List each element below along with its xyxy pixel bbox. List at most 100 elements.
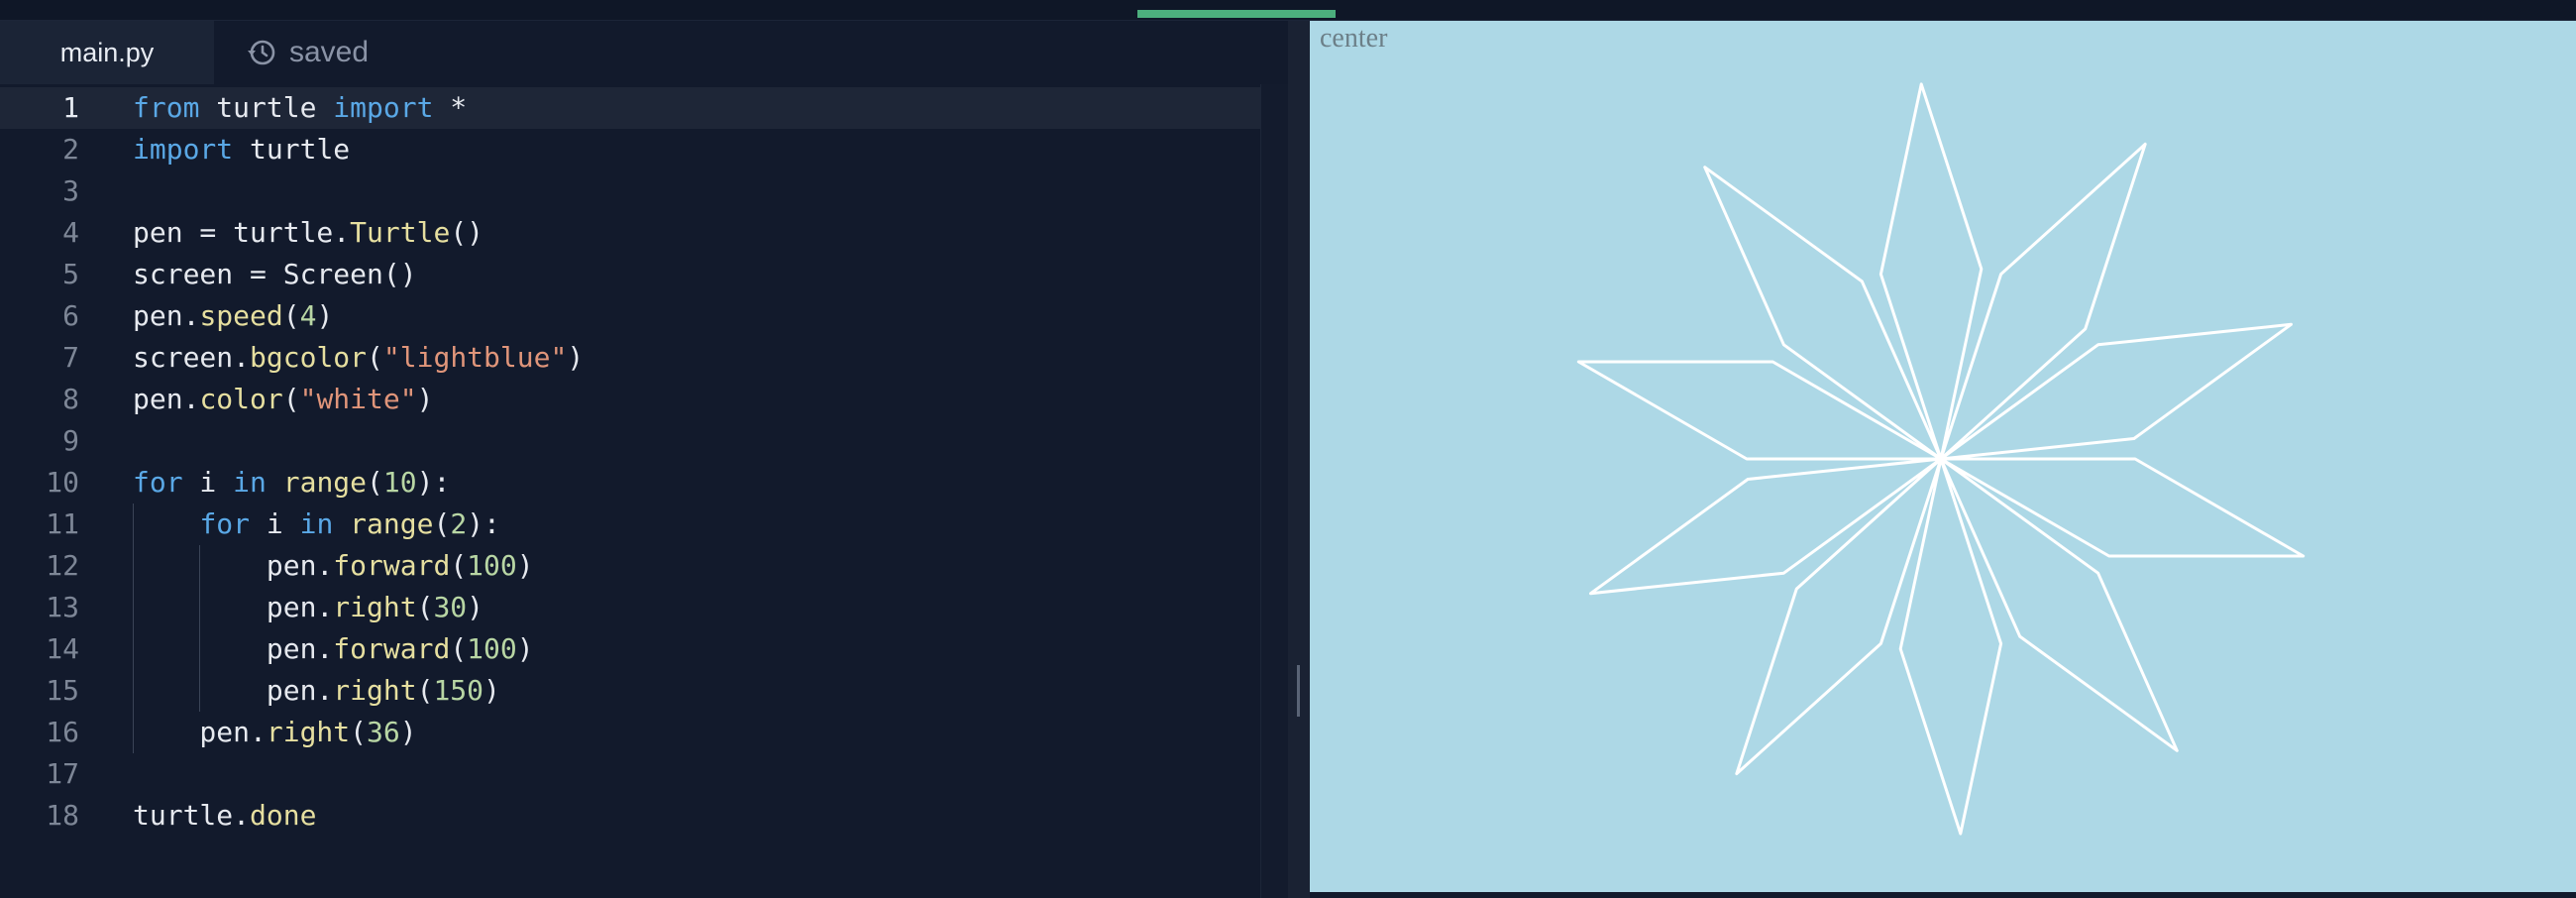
code-token: i: [250, 507, 300, 540]
code-token: 100: [467, 632, 517, 665]
code-line[interactable]: 3: [0, 170, 1263, 212]
code-token: screen = Screen(): [133, 258, 417, 290]
code-token: turtle: [233, 133, 351, 166]
code-line[interactable]: 17: [0, 753, 1263, 795]
code-token: (: [433, 507, 451, 540]
code-text: pen = turtle.Turtle(): [133, 212, 483, 254]
code-token: pen = turtle.: [133, 216, 351, 249]
code-token: pen.: [133, 716, 267, 748]
code-text: screen.bgcolor("lightblue"): [133, 337, 584, 379]
code-token: for: [199, 507, 251, 540]
line-number: 10: [46, 466, 79, 499]
top-strip: [0, 0, 2576, 21]
line-number: 11: [46, 507, 79, 540]
turtle-output-canvas: center: [1310, 21, 2576, 892]
code-token: from: [133, 91, 200, 124]
code-text: screen = Screen(): [133, 254, 417, 295]
code-token: ): [416, 383, 434, 415]
code-token: (: [282, 299, 300, 332]
code-token: i: [182, 466, 234, 499]
code-text: pen.speed(4): [133, 295, 333, 337]
editor-scrollbar[interactable]: [1260, 84, 1289, 898]
code-line[interactable]: 4 pen = turtle.Turtle(): [0, 212, 1263, 254]
code-line[interactable]: 11 for i in range(2):: [0, 504, 1263, 545]
code-line[interactable]: 5 screen = Screen(): [0, 254, 1263, 295]
code-line[interactable]: 10 for i in range(10):: [0, 462, 1263, 504]
code-token: color: [199, 383, 283, 415]
code-line[interactable]: 8 pen.color("white"): [0, 379, 1263, 420]
code-token: 2: [450, 507, 468, 540]
code-line[interactable]: 2 import turtle: [0, 129, 1263, 170]
line-number: 9: [62, 424, 79, 457]
code-token: (): [450, 216, 484, 249]
code-token: (: [367, 466, 383, 499]
code-line[interactable]: 12 pen.forward(100): [0, 545, 1263, 587]
code-token: range: [282, 466, 368, 499]
line-number: 5: [62, 258, 79, 290]
code-token: right: [266, 716, 351, 748]
line-number: 16: [46, 716, 79, 748]
splitter-grip[interactable]: [1297, 665, 1300, 717]
code-token: pen.: [133, 383, 200, 415]
line-number: 8: [62, 383, 79, 415]
code-token: in: [299, 507, 334, 540]
code-line[interactable]: 7 screen.bgcolor("lightblue"): [0, 337, 1263, 379]
code-token: (: [450, 632, 468, 665]
line-number: 1: [62, 91, 79, 124]
code-token: (: [350, 716, 368, 748]
turtle-drawing: [1576, 82, 2306, 836]
code-token: (: [416, 591, 434, 623]
code-token: 10: [382, 466, 417, 499]
code-token: (: [416, 674, 434, 707]
code-text: for i in range(10):: [133, 462, 450, 504]
line-number: 17: [46, 757, 79, 790]
code-text: import turtle: [133, 129, 350, 170]
code-token: pen.: [133, 674, 334, 707]
code-line[interactable]: 1 from turtle import *: [0, 87, 1263, 129]
code-line[interactable]: 14 pen.forward(100): [0, 628, 1263, 670]
code-text: from turtle import *: [133, 87, 467, 129]
code-token: pen.: [133, 632, 334, 665]
tab-main-py[interactable]: main.py: [0, 21, 214, 84]
code-token: 36: [367, 716, 400, 748]
code-token: "white": [299, 383, 417, 415]
code-editor[interactable]: main.py saved 1 from turtle import * 2 impo…: [0, 21, 1289, 898]
code-line[interactable]: 18 turtle.done: [0, 795, 1263, 837]
code-text: turtle.done: [133, 795, 316, 837]
code-token: 30: [433, 591, 468, 623]
code-token: range: [350, 507, 434, 540]
code-line[interactable]: 6 pen.speed(4): [0, 295, 1263, 337]
code-text: pen.color("white"): [133, 379, 433, 420]
code-token: ): [467, 591, 484, 623]
indent-guide: [199, 545, 200, 712]
code-token: for: [133, 466, 183, 499]
code-line[interactable]: 15 pen.right(150): [0, 670, 1263, 712]
code-area[interactable]: 1 from turtle import * 2 import turtle 3 4 pen…: [0, 84, 1263, 898]
code-token: import: [333, 91, 434, 124]
code-token: in: [233, 466, 267, 499]
code-line[interactable]: 9: [0, 420, 1263, 462]
code-text: pen.forward(100): [133, 545, 534, 587]
line-number: 15: [46, 674, 79, 707]
code-text: pen.right(30): [133, 587, 483, 628]
code-token: ): [483, 674, 500, 707]
code-token: ): [567, 341, 585, 374]
code-line[interactable]: 16 pen.right(36): [0, 712, 1263, 753]
code-token: ): [316, 299, 334, 332]
code-token: pen.: [133, 591, 334, 623]
line-number: 6: [62, 299, 79, 332]
turtle-path: [1576, 82, 2306, 836]
code-line[interactable]: 13 pen.right(30): [0, 587, 1263, 628]
code-token: "lightblue": [382, 341, 568, 374]
line-number: 13: [46, 591, 79, 623]
pane-splitter[interactable]: [1288, 21, 1310, 898]
code-text: pen.right(150): [133, 670, 500, 712]
indent-guide: [133, 504, 134, 753]
code-token: import: [133, 133, 234, 166]
code-token: right: [333, 591, 417, 623]
code-token: *: [433, 91, 468, 124]
code-token: right: [333, 674, 417, 707]
code-token: ):: [467, 507, 500, 540]
